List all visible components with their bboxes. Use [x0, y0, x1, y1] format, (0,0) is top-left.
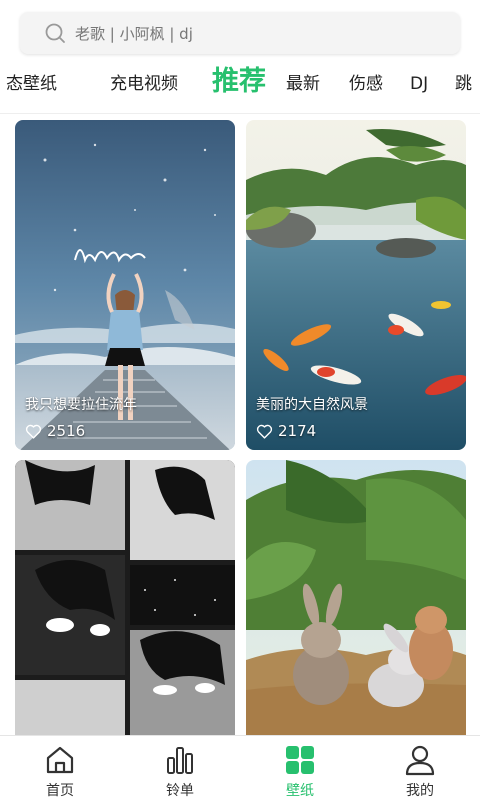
grid-icon	[286, 746, 314, 774]
wallpaper-card[interactable]	[246, 460, 466, 740]
tab-dj[interactable]: DJ	[410, 62, 428, 106]
user-icon	[405, 745, 435, 776]
nav-ringtone-list[interactable]: 铃单	[120, 736, 240, 800]
nav-mine[interactable]: 我的	[360, 736, 480, 800]
nav-label: 我的	[406, 783, 434, 799]
nav-label: 壁纸	[286, 783, 314, 799]
tab-charging-video[interactable]: 充电视频	[110, 62, 178, 106]
tabs-divider	[0, 113, 480, 114]
nav-home[interactable]: 首页	[0, 736, 120, 800]
bar-chart-icon	[167, 747, 193, 774]
tab-sad[interactable]: 伤感	[349, 62, 383, 106]
likes-count: 2174	[278, 422, 317, 440]
wallpaper-thumbnail	[246, 460, 466, 740]
tab-recommended[interactable]: 推荐	[212, 62, 266, 104]
nav-label: 铃单	[166, 783, 194, 799]
search-icon	[45, 23, 65, 43]
search-bar[interactable]: 老歌 | 小阿枫 | dj	[20, 12, 460, 54]
wallpaper-card[interactable]: 美丽的大自然风景 2174	[246, 120, 466, 450]
search-placeholder: 老歌 | 小阿枫 | dj	[75, 25, 193, 43]
bottom-nav: 首页 铃单 壁纸 我的	[0, 735, 480, 800]
nav-label: 首页	[46, 783, 74, 799]
wallpaper-thumbnail	[15, 460, 235, 740]
card-likes: 2174	[256, 422, 316, 440]
category-tabs: 态壁纸 充电视频 推荐 最新 伤感 DJ 跳	[0, 62, 480, 106]
tab-live-wallpaper[interactable]: 态壁纸	[6, 62, 57, 106]
nav-wallpaper[interactable]: 壁纸	[240, 736, 360, 800]
tab-dance[interactable]: 跳	[455, 62, 472, 106]
heart-icon[interactable]	[256, 423, 273, 440]
likes-count: 2516	[47, 422, 86, 440]
tab-newest[interactable]: 最新	[286, 62, 320, 106]
wallpaper-card[interactable]: 我只想要拉住流年 2516	[15, 120, 235, 450]
wallpaper-card[interactable]	[15, 460, 235, 740]
heart-icon[interactable]	[25, 423, 42, 440]
card-likes: 2516	[25, 422, 85, 440]
card-title: 我只想要拉住流年	[25, 397, 137, 413]
card-title: 美丽的大自然风景	[256, 397, 368, 413]
home-icon	[46, 746, 74, 774]
